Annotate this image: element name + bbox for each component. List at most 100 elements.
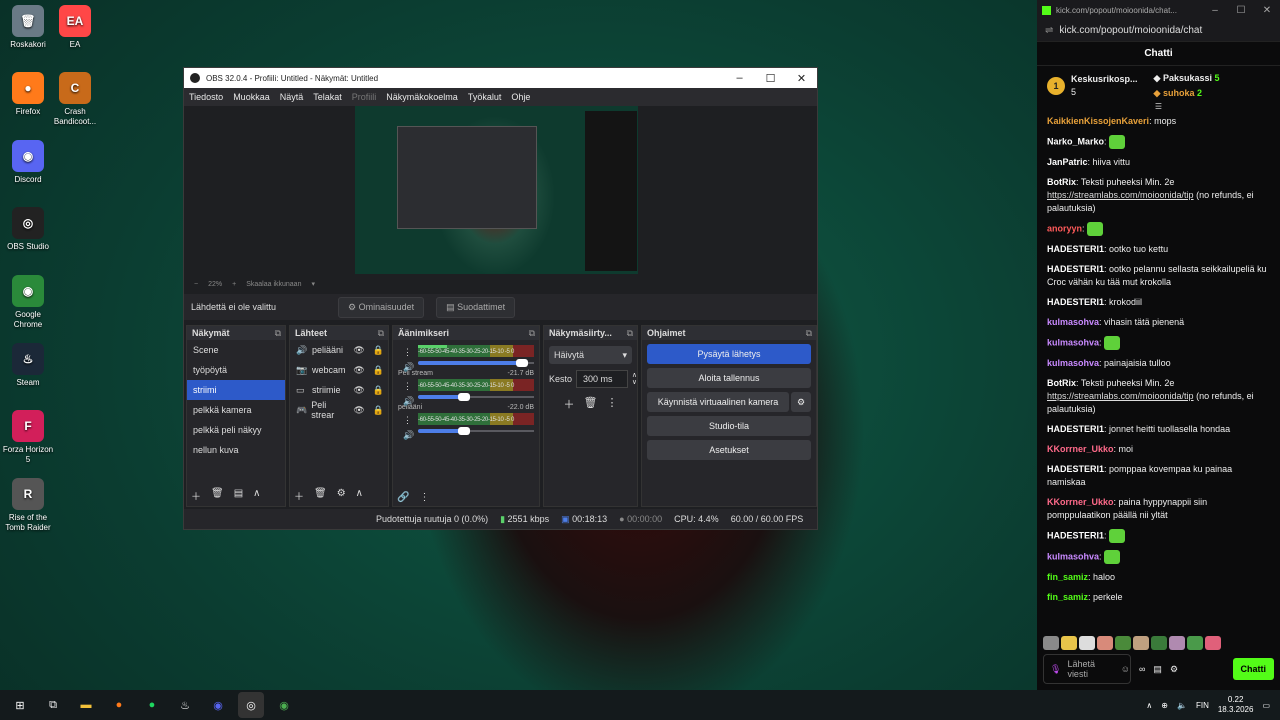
- file-explorer-icon[interactable]: ▬: [73, 692, 99, 718]
- stop-streaming-button[interactable]: Pysäytä lähetys: [647, 344, 811, 364]
- eye-icon[interactable]: 👁: [353, 385, 364, 396]
- chat-username[interactable]: HADESTERI1: [1047, 464, 1104, 474]
- steam-icon[interactable]: ♨: [172, 692, 198, 718]
- eye-icon[interactable]: 👁: [353, 405, 364, 416]
- add-icon[interactable]: ＋: [191, 488, 201, 503]
- zoom-dropdown-icon[interactable]: ▾: [311, 280, 315, 288]
- emote-icon[interactable]: [1133, 636, 1149, 650]
- desktop-icon[interactable]: ◉ Discord: [0, 140, 56, 185]
- close-button[interactable]: ✕: [1254, 5, 1280, 16]
- volume-slider[interactable]: [418, 393, 534, 401]
- lock-icon[interactable]: 🔒: [373, 345, 384, 356]
- emote-menu-icon[interactable]: ∞: [1139, 664, 1145, 674]
- emoji-icon[interactable]: ☺: [1121, 664, 1130, 674]
- menu-edit[interactable]: Muokkaa: [233, 92, 270, 102]
- discord-icon[interactable]: ◉: [205, 692, 231, 718]
- chat-username[interactable]: kulmasohva: [1047, 551, 1099, 561]
- chat-username[interactable]: BotRix: [1047, 177, 1076, 187]
- virtual-camera-settings-icon[interactable]: ⚙: [791, 392, 811, 412]
- chat-link[interactable]: https://streamlabs.com/moioonida/tip: [1047, 190, 1194, 200]
- speaker-icon[interactable]: 🔊: [403, 396, 414, 407]
- zoom-in-button[interactable]: +: [232, 281, 236, 288]
- chat-titlebar[interactable]: kick.com/popout/moioonida/chat... – ☐ ✕: [1037, 0, 1280, 20]
- more-icon[interactable]: ⋮: [403, 381, 412, 392]
- start-icon[interactable]: ⊞: [7, 692, 33, 718]
- emote-icon[interactable]: [1151, 636, 1167, 650]
- virtual-camera-button[interactable]: Käynnistä virtuaalinen kamera: [647, 392, 789, 412]
- chat-username[interactable]: HADESTERI1: [1047, 530, 1104, 540]
- chat-username[interactable]: HADESTERI1: [1047, 244, 1104, 254]
- scene-item[interactable]: nellun kuva: [187, 440, 285, 460]
- desktop-icon[interactable]: ◉ Google Chrome: [0, 275, 56, 330]
- speaker-icon[interactable]: 🔊: [403, 362, 414, 373]
- move-up-icon[interactable]: ∧: [253, 488, 260, 503]
- spotify-icon[interactable]: ●: [139, 692, 165, 718]
- chat-username[interactable]: HADESTERI1: [1047, 424, 1104, 434]
- chat-username[interactable]: HADESTERI1: [1047, 264, 1104, 274]
- chat-username[interactable]: HADESTERI1: [1047, 297, 1104, 307]
- scene-item[interactable]: striimi: [187, 380, 285, 400]
- scene-item[interactable]: pelkkä kamera: [187, 400, 285, 420]
- chat-username[interactable]: kulmasohva: [1047, 317, 1099, 327]
- scene-item[interactable]: työpöytä: [187, 360, 285, 380]
- menu-profile[interactable]: Profiili: [352, 92, 377, 102]
- emote-icon[interactable]: [1061, 636, 1077, 650]
- speaker-icon[interactable]: 🔊: [403, 430, 414, 441]
- volume-slider[interactable]: [418, 359, 534, 367]
- chat-username[interactable]: KKorrner_Ukko: [1047, 497, 1114, 507]
- chat-username[interactable]: kulmasohva: [1047, 337, 1099, 347]
- store-icon[interactable]: ▤: [1153, 664, 1162, 675]
- minimize-button[interactable]: –: [724, 72, 755, 85]
- duration-input[interactable]: 300 ms: [576, 370, 628, 388]
- chat-link[interactable]: https://streamlabs.com/moioonida/tip: [1047, 391, 1194, 401]
- send-chat-button[interactable]: Chatti: [1232, 658, 1274, 680]
- minimize-button[interactable]: –: [1202, 5, 1228, 16]
- eye-icon[interactable]: 👁: [353, 345, 364, 356]
- delete-transition-icon[interactable]: 🗑: [584, 396, 598, 412]
- emote-icon[interactable]: [1097, 636, 1113, 650]
- dock-undock-icon[interactable]: ⧉: [627, 328, 633, 339]
- task-view-icon[interactable]: ⧉: [40, 692, 66, 718]
- desktop-icon[interactable]: ◎ OBS Studio: [0, 207, 56, 252]
- volume-icon[interactable]: 🔈: [1177, 701, 1187, 710]
- menu-tools[interactable]: Työkalut: [468, 92, 502, 102]
- more-icon[interactable]: ⋮: [403, 347, 412, 358]
- emote-icon[interactable]: [1115, 636, 1131, 650]
- menu-scene-collection[interactable]: Näkymäkokoelma: [386, 92, 458, 102]
- chat-username[interactable]: JanPatric: [1047, 157, 1088, 167]
- dock-undock-icon[interactable]: ⧉: [806, 328, 812, 339]
- obs-titlebar[interactable]: OBS 32.0.4 - Profiili: Untitled - Näkymä…: [184, 68, 817, 88]
- studio-mode-button[interactable]: Studio-tila: [647, 416, 811, 436]
- settings-button[interactable]: Asetukset: [647, 440, 811, 460]
- source-item[interactable]: 🔊 peliääni 👁 🔒: [290, 340, 388, 360]
- source-item[interactable]: ▭ striimie 👁 🔒: [290, 380, 388, 400]
- desktop-icon[interactable]: ♨ Steam: [0, 343, 56, 388]
- dock-undock-icon[interactable]: ⧉: [529, 328, 535, 339]
- delete-icon[interactable]: 🗑: [211, 488, 224, 503]
- chat-username[interactable]: anoryyn: [1047, 223, 1082, 233]
- filters-button[interactable]: ▤ Suodattimet: [436, 296, 516, 318]
- maximize-button[interactable]: ☐: [1228, 5, 1254, 16]
- menu-docks[interactable]: Telakat: [313, 92, 342, 102]
- link-icon[interactable]: 🔗: [397, 492, 409, 503]
- emote-icon[interactable]: [1043, 636, 1059, 650]
- fit-window-label[interactable]: Skaalaa ikkunaan: [246, 281, 301, 288]
- lock-icon[interactable]: 🔒: [373, 405, 384, 416]
- scene-item[interactable]: pelkkä peli näkyy: [187, 420, 285, 440]
- transition-select[interactable]: Häivytä ▾: [549, 346, 632, 364]
- menu-file[interactable]: Tiedosto: [189, 92, 223, 102]
- chat-input[interactable]: 🎙 Lähetä viesti ☺: [1043, 654, 1131, 684]
- source-item[interactable]: 🎮 Peli strear 👁 🔒: [290, 400, 388, 420]
- more-icon[interactable]: ⋮: [403, 415, 412, 426]
- lock-icon[interactable]: 🔒: [373, 365, 384, 376]
- properties-button[interactable]: ⚙ Ominaisuudet: [338, 296, 425, 318]
- notification-icon[interactable]: ▭: [1262, 701, 1270, 710]
- desktop-icon[interactable]: F Forza Horizon 5: [0, 410, 56, 465]
- add-transition-icon[interactable]: ＋: [564, 396, 575, 412]
- chat-username[interactable]: KKorrner_Ukko: [1047, 444, 1114, 454]
- obs-preview[interactable]: [190, 106, 805, 276]
- emote-icon[interactable]: [1187, 636, 1203, 650]
- language-indicator[interactable]: FIN: [1196, 701, 1209, 710]
- filter-icon[interactable]: ▤: [234, 488, 243, 503]
- emote-icon[interactable]: [1205, 636, 1221, 650]
